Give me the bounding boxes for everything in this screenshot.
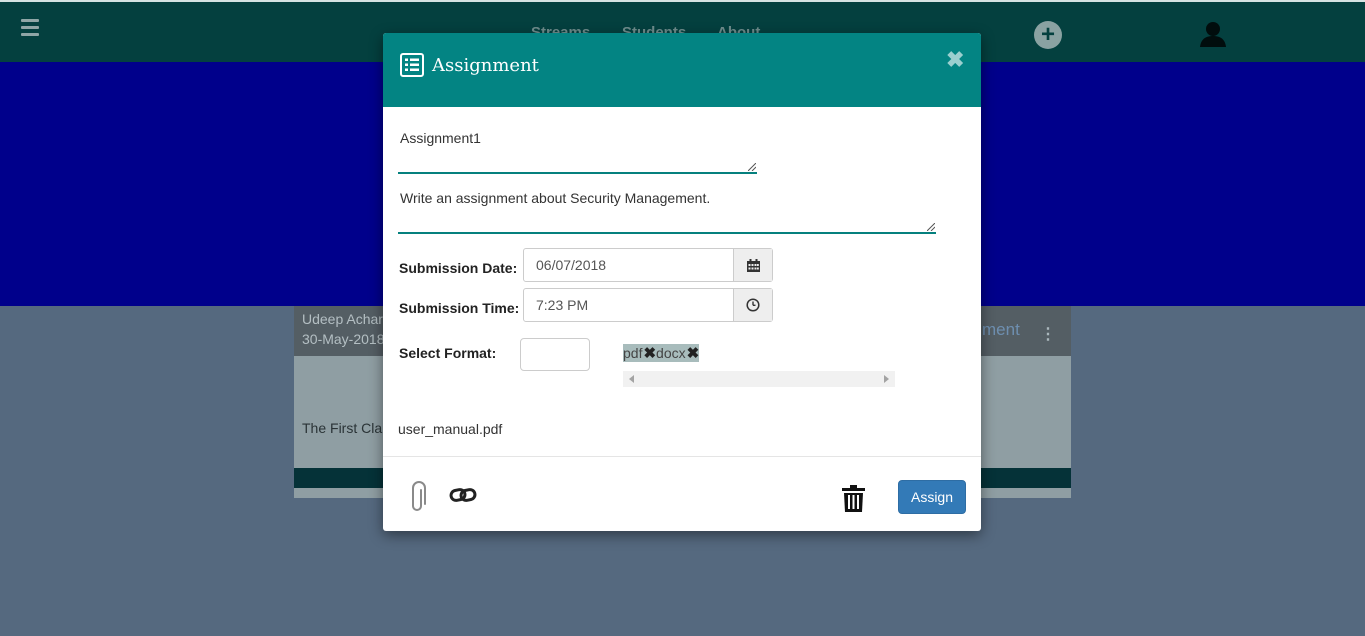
paperclip-icon[interactable] (409, 481, 427, 513)
card-body-text: The First Cla (302, 420, 383, 436)
format-tag-label: docx (656, 345, 686, 361)
hamburger-icon[interactable] (21, 19, 39, 37)
submission-time-input[interactable]: 7:23 PM (524, 289, 733, 321)
select-format-label: Select Format: (399, 345, 497, 361)
calendar-icon (746, 258, 760, 272)
selected-formats: pdf ✖ docx ✖ (623, 344, 700, 362)
assignment-name-field[interactable]: Assignment1 (398, 130, 757, 174)
user-icon[interactable] (1199, 20, 1227, 48)
remove-tag-icon[interactable]: ✖ (643, 344, 656, 362)
card-date: 30-May-2018 (302, 331, 385, 347)
submission-time-label: Submission Time: (399, 300, 520, 316)
modal-title: Assignment (432, 55, 539, 76)
clock-icon (746, 298, 760, 312)
submission-date-picker[interactable]: 06/07/2018 (523, 248, 773, 282)
remove-tag-icon[interactable]: ✖ (687, 344, 700, 362)
assignment-modal: Assignment ✖ Assignment1 Write an assign… (383, 33, 981, 531)
scroll-right-icon[interactable] (884, 375, 889, 383)
modal-header: Assignment ✖ (383, 33, 981, 107)
card-title: ment (982, 320, 1020, 339)
format-tag-label: pdf (623, 345, 643, 361)
calendar-button[interactable] (733, 249, 772, 281)
card-author: Udeep Achar (302, 311, 383, 327)
description-value: Write an assignment about Security Manag… (400, 190, 711, 206)
description-field[interactable]: Write an assignment about Security Manag… (398, 190, 936, 234)
footer-divider (383, 456, 981, 457)
trash-icon[interactable] (842, 485, 865, 512)
more-vertical-icon[interactable]: ⋮ (1040, 324, 1056, 344)
format-input[interactable] (520, 338, 590, 371)
scroll-left-icon[interactable] (629, 375, 634, 383)
link-icon[interactable] (449, 485, 477, 505)
format-tag-docx: docx ✖ (656, 344, 699, 362)
plus-circle-icon[interactable]: + (1034, 21, 1062, 49)
resize-handle-icon[interactable] (748, 163, 756, 171)
list-icon (400, 53, 424, 77)
submission-date-input[interactable]: 06/07/2018 (524, 249, 733, 281)
format-tag-pdf: pdf ✖ (623, 344, 656, 362)
horizontal-scrollbar[interactable] (623, 371, 895, 387)
assign-button[interactable]: Assign (898, 480, 966, 514)
submission-date-label: Submission Date: (399, 260, 518, 276)
clock-button[interactable] (733, 289, 772, 321)
attached-file-name[interactable]: user_manual.pdf (398, 421, 502, 437)
close-icon[interactable]: ✖ (946, 47, 964, 73)
assignment-name-value: Assignment1 (400, 130, 481, 146)
submission-time-picker[interactable]: 7:23 PM (523, 288, 773, 322)
resize-handle-icon[interactable] (927, 223, 935, 231)
